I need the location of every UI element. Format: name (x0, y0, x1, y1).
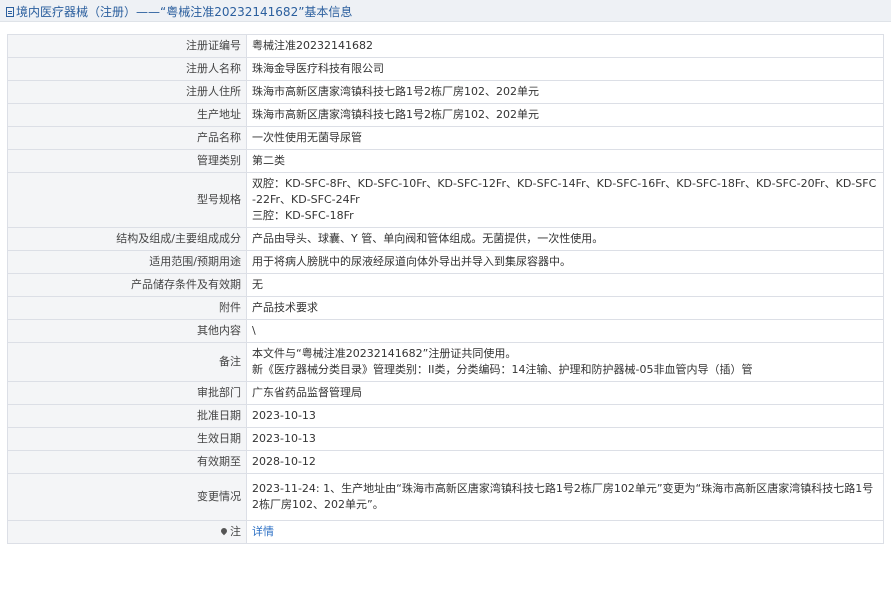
field-label: 生效日期 (7, 427, 247, 451)
document-icon (6, 7, 14, 17)
field-value: 详情 (246, 520, 884, 544)
field-value: 第二类 (246, 149, 884, 173)
field-value: 2023-10-13 (246, 427, 884, 451)
table-row: 生效日期 2023-10-13 (7, 427, 884, 451)
field-label: 产品储存条件及有效期 (7, 273, 247, 297)
field-label: 适用范围/预期用途 (7, 250, 247, 274)
field-label: 备注 (7, 342, 247, 382)
table-row: 审批部门 广东省药品监督管理局 (7, 381, 884, 405)
field-value: 产品由导头、球囊、Y 管、单向阀和管体组成。无菌提供，一次性使用。 (246, 227, 884, 251)
field-value: 无 (246, 273, 884, 297)
table-row: 注册人名称 珠海金导医疗科技有限公司 (7, 57, 884, 81)
field-label: 产品名称 (7, 126, 247, 150)
field-label: 注册证编号 (7, 34, 247, 58)
note-label: 注 (7, 520, 247, 544)
table-row: 附件 产品技术要求 (7, 296, 884, 320)
field-value: 珠海金导医疗科技有限公司 (246, 57, 884, 81)
field-label: 附件 (7, 296, 247, 320)
table-row: 适用范围/预期用途 用于将病人膀胱中的尿液经尿道向体外导出并导入到集尿容器中。 (7, 250, 884, 274)
table-row: 结构及组成/主要组成成分 产品由导头、球囊、Y 管、单向阀和管体组成。无菌提供，… (7, 227, 884, 251)
field-value: 一次性使用无菌导尿管 (246, 126, 884, 150)
field-value: 珠海市高新区唐家湾镇科技七路1号2栋厂房102、202单元 (246, 80, 884, 104)
table-row: 管理类别 第二类 (7, 149, 884, 173)
field-value: 双腔：KD-SFC-8Fr、KD-SFC-10Fr、KD-SFC-12Fr、KD… (246, 172, 884, 228)
page-header: 境内医疗器械（注册）——“粤械注准20232141682”基本信息 (0, 0, 891, 22)
table-row: 批准日期 2023-10-13 (7, 404, 884, 428)
field-label: 注册人住所 (7, 80, 247, 104)
field-label: 有效期至 (7, 450, 247, 474)
table-row: 变更情况 2023-11-24: 1、生产地址由“珠海市高新区唐家湾镇科技七路1… (7, 473, 884, 521)
table-row: 产品名称 一次性使用无菌导尿管 (7, 126, 884, 150)
field-value: 本文件与“粤械注准20232141682”注册证共同使用。 新《医疗器械分类目录》… (246, 342, 884, 382)
field-label: 管理类别 (7, 149, 247, 173)
field-value: 珠海市高新区唐家湾镇科技七路1号2栋厂房102、202单元 (246, 103, 884, 127)
table-row: 备注 本文件与“粤械注准20232141682”注册证共同使用。 新《医疗器械分类… (7, 342, 884, 382)
table-row: 注 详情 (7, 520, 884, 544)
field-label: 变更情况 (7, 473, 247, 521)
field-value: 广东省药品监督管理局 (246, 381, 884, 405)
field-value: 2028-10-12 (246, 450, 884, 474)
field-value: 2023-10-13 (246, 404, 884, 428)
table-row: 注册证编号 粤械注准20232141682 (7, 34, 884, 58)
table-row: 生产地址 珠海市高新区唐家湾镇科技七路1号2栋厂房102、202单元 (7, 103, 884, 127)
field-value: 产品技术要求 (246, 296, 884, 320)
table-row: 注册人住所 珠海市高新区唐家湾镇科技七路1号2栋厂房102、202单元 (7, 80, 884, 104)
info-table: 注册证编号 粤械注准20232141682 注册人名称 珠海金导医疗科技有限公司… (7, 34, 884, 544)
table-row: 有效期至 2028-10-12 (7, 450, 884, 474)
field-value: 用于将病人膀胱中的尿液经尿道向体外导出并导入到集尿容器中。 (246, 250, 884, 274)
field-label: 结构及组成/主要组成成分 (7, 227, 247, 251)
field-label: 生产地址 (7, 103, 247, 127)
table-row: 产品储存条件及有效期 无 (7, 273, 884, 297)
table-row: 型号规格 双腔：KD-SFC-8Fr、KD-SFC-10Fr、KD-SFC-12… (7, 172, 884, 228)
field-label: 注册人名称 (7, 57, 247, 81)
page-title: 境内医疗器械（注册）——“粤械注准20232141682”基本信息 (16, 5, 353, 19)
field-value: \ (246, 319, 884, 343)
field-label: 审批部门 (7, 381, 247, 405)
details-link[interactable]: 详情 (252, 525, 274, 538)
field-label: 型号规格 (7, 172, 247, 228)
field-value: 2023-11-24: 1、生产地址由“珠海市高新区唐家湾镇科技七路1号2栋厂房… (246, 473, 884, 521)
location-pin-icon (219, 526, 229, 536)
field-label: 批准日期 (7, 404, 247, 428)
field-label: 其他内容 (7, 319, 247, 343)
table-row: 其他内容 \ (7, 319, 884, 343)
field-value: 粤械注准20232141682 (246, 34, 884, 58)
